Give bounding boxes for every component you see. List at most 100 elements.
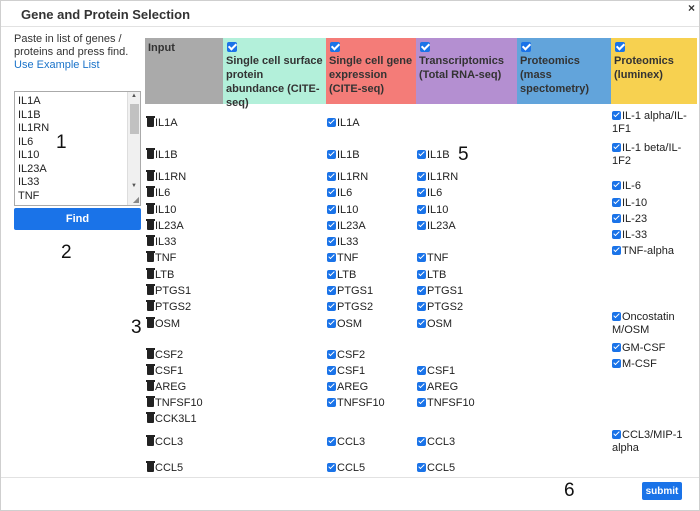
trash-icon[interactable] [146, 186, 155, 197]
checkbox-icon[interactable] [327, 150, 336, 159]
checkbox-icon[interactable] [327, 188, 336, 197]
trash-icon[interactable] [146, 116, 155, 127]
transcriptomics-cell-label: OSM [427, 318, 453, 330]
input-gene-cell: CCL3 [146, 435, 183, 449]
checkbox-icon[interactable] [417, 437, 426, 446]
luminex-cell: IL-6 [612, 180, 697, 193]
resize-grip-icon[interactable]: ◢ [133, 195, 139, 204]
checkbox-icon[interactable] [417, 270, 426, 279]
trash-icon[interactable] [146, 396, 155, 407]
trash-icon[interactable] [146, 317, 155, 328]
checkbox-icon[interactable] [327, 237, 336, 246]
checkbox-icon[interactable] [612, 246, 621, 255]
scroll-up-icon[interactable]: ▲ [131, 93, 137, 99]
checkbox-icon[interactable] [327, 286, 336, 295]
checkbox-icon[interactable] [417, 382, 426, 391]
textarea-scrollbar[interactable]: ▲ ▼ [127, 92, 140, 205]
checkbox-icon[interactable] [327, 437, 336, 446]
checkbox-icon[interactable] [417, 286, 426, 295]
trash-icon[interactable] [146, 203, 155, 214]
checkbox-icon[interactable] [612, 143, 621, 152]
transcriptomics-cell-label: PTGS1 [427, 285, 464, 297]
gene-list-textarea[interactable]: IL1A IL1B IL1RN IL6 IL10 IL23A IL33 TNF ▲ ▼ ◢ [14, 91, 141, 206]
dialog-title-bar: Gene and Protein Selection × [1, 1, 699, 27]
checkbox-icon[interactable] [327, 350, 336, 359]
trash-icon[interactable] [146, 412, 155, 423]
column-header-cite-protein: Single cell surface protein abundance (C… [223, 38, 326, 109]
transcriptomics-cell: OSM [417, 318, 452, 331]
find-button[interactable]: Find [14, 208, 141, 230]
checkbox-icon[interactable] [327, 366, 336, 375]
input-gene-cell: AREG [146, 380, 186, 394]
checkbox-icon[interactable] [327, 463, 336, 472]
checkbox-icon[interactable] [327, 319, 336, 328]
checkbox-icon[interactable] [417, 366, 426, 375]
cite-gene-checkbox[interactable] [330, 42, 340, 52]
trash-icon[interactable] [146, 148, 155, 159]
checkbox-icon[interactable] [327, 382, 336, 391]
trash-icon[interactable] [146, 251, 155, 262]
submit-button[interactable]: submit [642, 482, 682, 500]
scroll-thumb[interactable] [130, 104, 139, 134]
transcriptomics-cell: IL23A [417, 220, 456, 233]
checkbox-icon[interactable] [417, 319, 426, 328]
checkbox-icon[interactable] [417, 221, 426, 230]
checkbox-icon[interactable] [417, 463, 426, 472]
checkbox-icon[interactable] [417, 302, 426, 311]
checkbox-icon[interactable] [417, 398, 426, 407]
checkbox-icon[interactable] [612, 430, 621, 439]
checkbox-icon[interactable] [327, 398, 336, 407]
trash-icon[interactable] [146, 170, 155, 181]
trash-icon[interactable] [146, 284, 155, 295]
checkbox-icon[interactable] [327, 205, 336, 214]
checkbox-icon[interactable] [417, 150, 426, 159]
checkbox-icon[interactable] [327, 172, 336, 181]
luminex-cell: IL-1 beta/IL-1F2 [612, 142, 697, 168]
cite-gene-cell-label: LTB [337, 269, 357, 281]
trash-icon[interactable] [146, 235, 155, 246]
proteomics-ms-checkbox[interactable] [521, 42, 531, 52]
checkbox-icon[interactable] [612, 111, 621, 120]
checkbox-icon[interactable] [417, 172, 426, 181]
checkbox-icon[interactable] [327, 270, 336, 279]
trash-icon[interactable] [146, 300, 155, 311]
checkbox-icon[interactable] [417, 253, 426, 262]
column-header-input: Input [145, 38, 223, 104]
proteomics-luminex-checkbox[interactable] [615, 42, 625, 52]
input-gene-cell: LTB [146, 268, 175, 282]
trash-icon[interactable] [146, 364, 155, 375]
trash-icon[interactable] [146, 380, 155, 391]
close-icon[interactable]: × [688, 1, 695, 15]
luminex-cell-label: IL-10 [622, 197, 648, 209]
trash-icon[interactable] [146, 219, 155, 230]
transcriptomics-cell: LTB [417, 269, 446, 282]
example-list-link[interactable]: Example List [37, 59, 100, 71]
checkbox-icon[interactable] [327, 221, 336, 230]
instructions-body: Paste in list of genes / proteins and pr… [14, 33, 129, 58]
cite-protein-checkbox[interactable] [227, 42, 237, 52]
input-gene-cell-label: IL1B [155, 149, 178, 161]
checkbox-icon[interactable] [612, 312, 621, 321]
checkbox-icon[interactable] [612, 214, 621, 223]
checkbox-icon[interactable] [327, 302, 336, 311]
scroll-down-icon[interactable]: ▼ [131, 183, 137, 189]
input-gene-cell-label: LTB [155, 269, 175, 281]
checkbox-icon[interactable] [612, 343, 621, 352]
use-link[interactable]: Use [14, 59, 34, 71]
checkbox-icon[interactable] [612, 359, 621, 368]
checkbox-icon[interactable] [327, 253, 336, 262]
transcriptomics-cell-label: IL23A [427, 220, 456, 232]
trash-icon[interactable] [146, 348, 155, 359]
trash-icon[interactable] [146, 461, 155, 472]
checkbox-icon[interactable] [612, 198, 621, 207]
checkbox-icon[interactable] [612, 181, 621, 190]
checkbox-icon[interactable] [417, 188, 426, 197]
cite-gene-cell-label: IL1RN [337, 171, 369, 183]
trash-icon[interactable] [146, 435, 155, 446]
transcriptomics-checkbox[interactable] [420, 42, 430, 52]
checkbox-icon[interactable] [612, 230, 621, 239]
checkbox-icon[interactable] [327, 118, 336, 127]
trash-icon[interactable] [146, 268, 155, 279]
checkbox-icon[interactable] [417, 205, 426, 214]
luminex-cell-label: CCL3/MIP-1 alpha [612, 429, 683, 454]
